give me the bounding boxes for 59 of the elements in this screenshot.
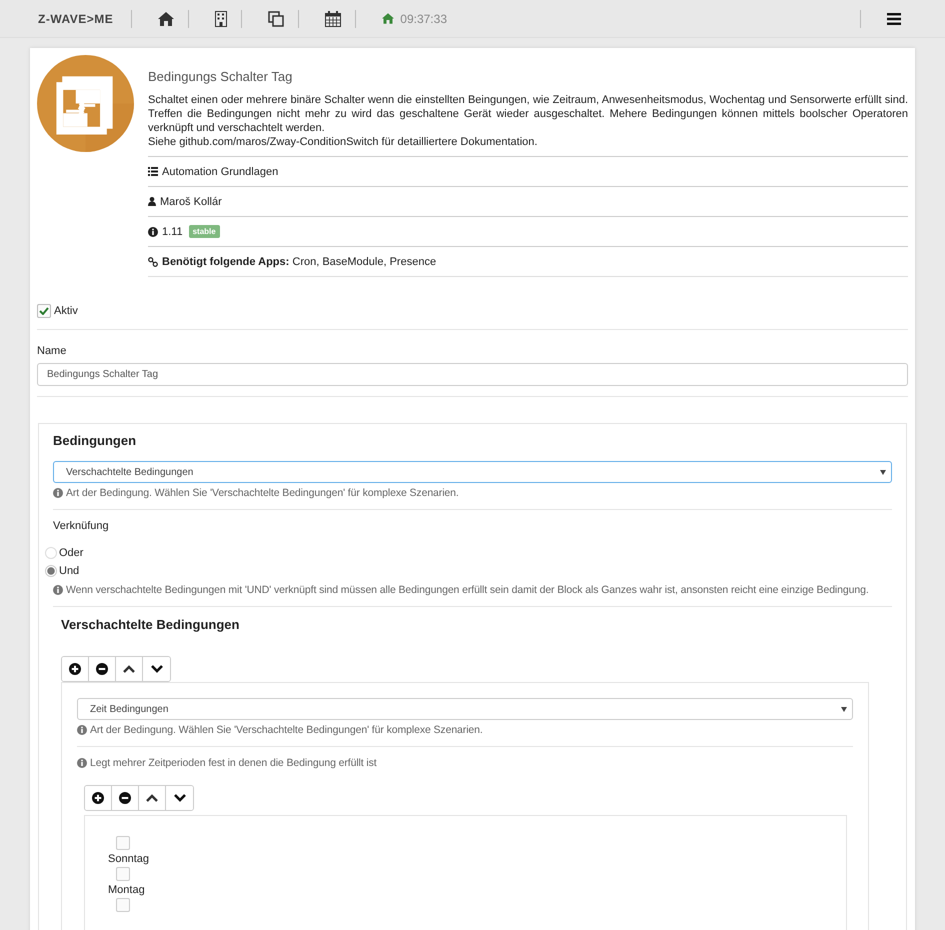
user-icon — [148, 197, 156, 206]
status-badge: stable — [188, 225, 220, 238]
calendar-icon[interactable] — [325, 10, 342, 26]
add-button[interactable] — [62, 657, 89, 681]
condition-type-select[interactable]: Zeit Bedingungen — [77, 698, 853, 720]
app-description: Schaltet einen oder mehrere binäre Schalter wenn die einstellten Beingungen, wie Zeitraum, Anwesenheitsmodus, Wochentag und Sensorwerte erfüllt sind. Treffen die Bedingungen nicht mehr zu wird das geschaltene Gerät wieder ausgeschaltet. Mehere Bedingungen können mittels boolscher Operatoren verknüpft und verschachtelt werden. — [148, 93, 908, 135]
clock-time: 09:37:33 — [400, 12, 447, 26]
field-label: Verknüfung — [53, 520, 110, 532]
app-title: Bedingungs Schalter Tag — [148, 69, 294, 84]
copy-icon[interactable] — [268, 10, 284, 26]
app-dependencies: Benötigt folgende Apps: Cron, BaseModule, Presence — [162, 256, 436, 268]
help-text: Art der Bedingung. Wählen Sie 'Verschachtelte Bedingungen' für komplexe Szenarien. — [66, 487, 459, 499]
name-input[interactable]: Bedingungs Schalter Tag — [37, 363, 908, 386]
plus-circle-icon — [69, 663, 81, 675]
radio-label: Oder — [59, 547, 84, 559]
help-text: Legt mehrer Zeitperioden fest in denen die Bedingung erfüllt ist — [90, 757, 377, 769]
home-icon — [382, 13, 394, 24]
plus-circle-icon — [92, 792, 104, 804]
link-icon — [148, 256, 158, 266]
caret-icon — [841, 706, 847, 712]
day-checkbox[interactable] — [116, 867, 130, 881]
help-text: Wenn verschachtelte Bedingungen mit 'UND' verknüpft sind müssen alle Bedingungen erfüllt sein damit der Block als Ganzes wahr ist, ansonsten reicht eine einzige Bedingung. — [66, 584, 869, 596]
day-checkbox[interactable] — [116, 898, 130, 912]
checkbox-label: Aktiv — [54, 305, 78, 317]
add-button[interactable] — [85, 786, 112, 810]
day-label: Sonntag — [108, 853, 149, 865]
app-version: 1.11 — [162, 226, 183, 238]
condition-type-select[interactable]: Verschachtelte Bedingungen — [53, 461, 892, 483]
active-checkbox[interactable] — [37, 304, 51, 318]
radio-button[interactable] — [45, 547, 57, 559]
field-label: Name — [37, 345, 68, 357]
minus-circle-icon — [119, 792, 131, 804]
radio-label: Und — [59, 565, 80, 577]
app-author: Maroš Kollár — [160, 196, 222, 208]
day-checkbox[interactable] — [116, 836, 130, 850]
radio-button[interactable] — [45, 565, 57, 577]
chevron-down-icon — [174, 794, 186, 802]
caret-icon — [880, 470, 886, 474]
info-icon — [148, 226, 158, 236]
building-icon[interactable] — [215, 10, 228, 26]
home-icon[interactable] — [158, 12, 174, 26]
info-icon — [77, 758, 87, 768]
logo: Z-WAVE>ME — [38, 12, 114, 26]
info-icon — [53, 585, 63, 595]
help-text: Art der Bedingung. Wählen Sie 'Verschachtelte Bedingungen' für komplexe Szenarien. — [90, 724, 483, 736]
minus-circle-icon — [96, 663, 108, 675]
chevron-down-icon — [150, 665, 162, 673]
info-icon — [53, 488, 63, 498]
menu-icon[interactable] — [887, 12, 901, 24]
app-category: Automation Grundlagen — [162, 166, 278, 178]
app-icon — [37, 55, 134, 152]
info-icon — [77, 725, 87, 735]
chevron-up-icon — [146, 794, 158, 802]
section-heading: Verschachtelte Bedingungen — [61, 617, 240, 632]
list-icon — [148, 167, 158, 176]
documentation-note: Siehe github.com/maros/Zway-ConditionSwitch für detailliertere Dokumentation. — [148, 135, 538, 149]
day-label: Montag — [108, 884, 145, 896]
chevron-up-icon — [123, 665, 135, 673]
section-heading: Bedingungen — [53, 433, 138, 448]
